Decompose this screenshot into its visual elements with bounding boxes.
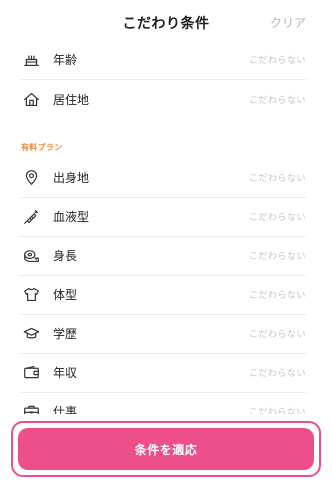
filter-value: こだわらない <box>248 369 306 379</box>
filter-label: 出身地 <box>53 171 90 185</box>
clear-button[interactable]: クリア <box>270 14 306 31</box>
filter-row-blood-type[interactable]: 血液型 こだわらない <box>20 197 306 237</box>
syringe-icon <box>21 207 41 227</box>
section-label-paid-plan: 有料プラン <box>21 143 63 152</box>
filter-label: 学歴 <box>53 327 78 341</box>
filter-row-income[interactable]: 年収 こだわらない <box>20 353 306 393</box>
filter-label: 年齢 <box>53 53 78 67</box>
house-icon <box>21 89 41 109</box>
location-pin-icon <box>21 168 41 188</box>
filter-label: 居住地 <box>53 92 90 107</box>
filter-label: 年収 <box>53 366 78 380</box>
apply-button[interactable]: 条件を適応 <box>18 428 314 470</box>
filter-label: 身長 <box>53 249 78 263</box>
filter-row-residence[interactable]: 居住地 こだわらない <box>20 79 306 119</box>
filter-label: 体型 <box>53 288 78 302</box>
apply-button-focus-ring: 条件を適応 <box>11 421 321 477</box>
filter-label: 血液型 <box>53 210 90 224</box>
filter-value: こだわらない <box>248 252 306 262</box>
tape-measure-icon <box>21 246 41 266</box>
filter-row-birthplace[interactable]: 出身地 こだわらない <box>20 158 306 198</box>
filter-value: こだわらない <box>248 95 306 106</box>
filter-value: こだわらない <box>248 291 306 301</box>
cake-icon <box>21 50 41 70</box>
filter-value: こだわらない <box>248 56 306 66</box>
shirt-icon <box>21 285 41 305</box>
filter-row-height[interactable]: 身長 こだわらない <box>20 236 306 276</box>
wallet-icon <box>21 363 41 383</box>
header: こだわり条件 クリア <box>0 0 332 44</box>
filter-row-education[interactable]: 学歴 こだわらない <box>20 314 306 354</box>
filter-value: こだわらない <box>248 174 306 184</box>
filter-value: こだわらない <box>248 330 306 340</box>
filter-value: こだわらない <box>248 213 306 223</box>
filter-row-body-type[interactable]: 体型 こだわらない <box>20 275 306 315</box>
graduation-cap-icon <box>21 324 41 344</box>
filter-row-age[interactable]: 年齢 こだわらない <box>20 40 306 80</box>
